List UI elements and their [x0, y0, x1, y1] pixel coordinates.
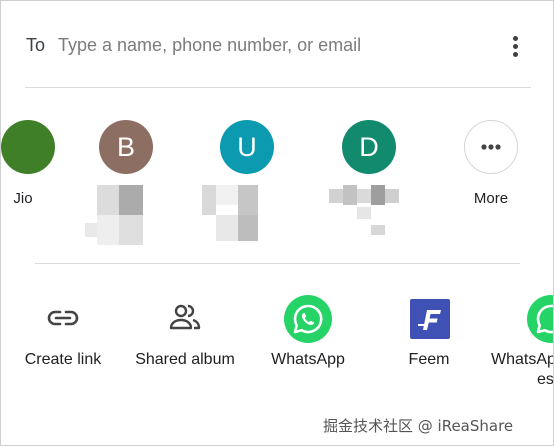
create-link-button[interactable]: Create link	[3, 295, 123, 395]
recipient-row: To	[1, 1, 553, 87]
more-horiz-icon	[464, 120, 518, 174]
whatsapp-business-button[interactable]: WhatsApp es	[485, 295, 554, 395]
whatsapp-button[interactable]: WhatsApp	[248, 295, 368, 395]
more-contacts-button[interactable]: More	[441, 120, 541, 260]
feem-icon	[410, 299, 450, 339]
avatar: U	[220, 120, 274, 174]
recipient-search-input[interactable]	[58, 31, 478, 59]
feem-button[interactable]: Feem	[369, 295, 489, 395]
share-label: Feem	[408, 351, 450, 368]
share-label-line2: es	[537, 371, 554, 388]
contact-label: Jio	[13, 190, 33, 207]
watermark: 掘金技术社区 @ iReaShare	[323, 417, 514, 435]
share-label: WhatsApp	[491, 351, 553, 368]
people-icon	[162, 295, 208, 341]
avatar	[1, 120, 55, 174]
share-sheet: To Jio B U D More	[0, 0, 554, 446]
whatsapp-icon	[527, 295, 553, 343]
contact-label: More	[473, 190, 509, 207]
share-label: Create link	[24, 351, 102, 368]
avatar: D	[342, 120, 396, 174]
avatar: B	[99, 120, 153, 174]
divider	[25, 87, 531, 88]
more-vert-icon[interactable]	[507, 34, 523, 60]
link-icon	[40, 295, 86, 341]
share-label: Shared album	[135, 351, 235, 368]
to-label: To	[26, 35, 46, 55]
shared-album-button[interactable]: Shared album	[125, 295, 245, 395]
share-label: WhatsApp	[271, 351, 345, 368]
whatsapp-icon	[284, 295, 332, 343]
contact-jio[interactable]: Jio	[1, 120, 78, 260]
divider	[35, 263, 520, 264]
